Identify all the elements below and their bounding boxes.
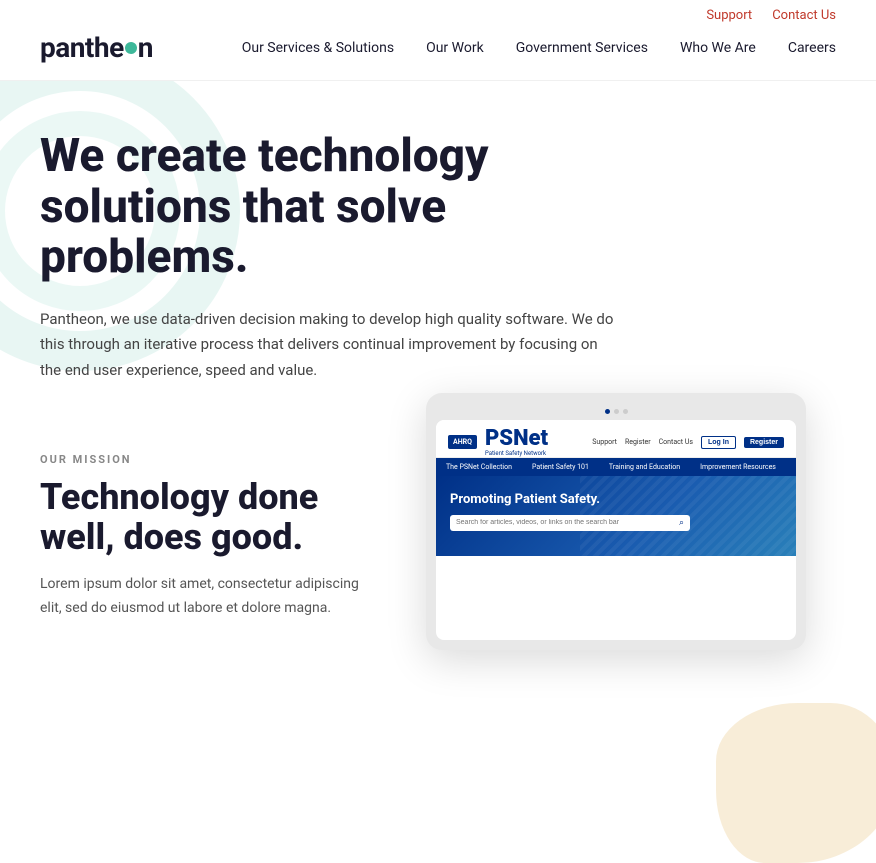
- hero-content: We create technology solutions that solv…: [40, 131, 660, 383]
- psnet-logo-sub: Patient Safety Network: [485, 450, 548, 457]
- psnet-search-input[interactable]: [456, 519, 679, 526]
- psnet-nav-safety101[interactable]: Patient Safety 101: [522, 458, 599, 476]
- hero-section: We create technology solutions that solv…: [0, 81, 876, 423]
- dot-1: [605, 409, 610, 414]
- psnet-top-nav: Support Register Contact Us Log In Regis…: [592, 436, 784, 449]
- tablet-mockup: AHRQ PSNet Patient Safety Network Suppor…: [426, 393, 806, 650]
- dot-indicator: [436, 403, 796, 420]
- support-link[interactable]: Support: [706, 8, 752, 23]
- psnet-logo: PSNet: [485, 428, 548, 450]
- psnet-search-bar[interactable]: ⌕: [450, 515, 690, 531]
- psnet-nav-about[interactable]: About PSNet: [786, 458, 796, 476]
- utility-bar: Support Contact Us: [0, 0, 876, 31]
- nav-government[interactable]: Government Services: [516, 40, 648, 56]
- mission-content: OUR MISSION Technology done well, does g…: [40, 453, 380, 619]
- psnet-register-link: Register: [625, 438, 651, 446]
- psnet-nav-collection[interactable]: The PSNet Collection: [436, 458, 522, 476]
- dot-3: [623, 409, 628, 414]
- mission-title: Technology done well, does good.: [40, 478, 380, 557]
- mission-section: OUR MISSION Technology done well, does g…: [0, 423, 876, 639]
- mission-label: OUR MISSION: [40, 453, 380, 466]
- tablet-screen: AHRQ PSNet Patient Safety Network Suppor…: [436, 420, 796, 640]
- dot-2: [614, 409, 619, 414]
- psnet-header: AHRQ PSNet Patient Safety Network Suppor…: [436, 420, 796, 458]
- psnet-contact-link: Contact Us: [659, 438, 693, 446]
- contact-link[interactable]: Contact Us: [772, 8, 836, 23]
- mission-description: Lorem ipsum dolor sit amet, consectetur …: [40, 573, 380, 619]
- main-header: panthen Our Services & Solutions Our Wor…: [0, 31, 876, 81]
- ahrq-badge: AHRQ: [448, 435, 477, 449]
- psnet-nav-bar: The PSNet Collection Patient Safety 101 …: [436, 458, 796, 476]
- psnet-hero-section: Promoting Patient Safety. ⌕: [436, 476, 796, 556]
- nav-careers[interactable]: Careers: [788, 40, 836, 56]
- psnet-nav-training[interactable]: Training and Education: [599, 458, 690, 476]
- logo[interactable]: panthen: [40, 31, 153, 64]
- psnet-login-button[interactable]: Log In: [701, 436, 736, 449]
- psnet-search-icon: ⌕: [679, 518, 684, 528]
- psnet-logo-text-wrap: PSNet Patient Safety Network: [485, 428, 548, 457]
- hero-description: Pantheon, we use data-driven decision ma…: [40, 307, 620, 384]
- logo-dot: [125, 42, 137, 54]
- main-nav: Our Services & Solutions Our Work Govern…: [242, 40, 836, 56]
- psnet-hero-title: Promoting Patient Safety.: [450, 492, 782, 507]
- yellow-blob-decoration: [716, 703, 876, 863]
- psnet-register-button[interactable]: Register: [744, 437, 784, 448]
- device-mockup-area: AHRQ PSNet Patient Safety Network Suppor…: [426, 393, 846, 650]
- nav-services[interactable]: Our Services & Solutions: [242, 40, 394, 56]
- nav-who[interactable]: Who We Are: [680, 40, 756, 56]
- psnet-nav-improvement[interactable]: Improvement Resources: [690, 458, 786, 476]
- nav-work[interactable]: Our Work: [426, 40, 484, 56]
- hero-title: We create technology solutions that solv…: [40, 131, 660, 283]
- psnet-support-link: Support: [592, 438, 617, 446]
- psnet-logo-area: AHRQ PSNet Patient Safety Network: [448, 428, 548, 457]
